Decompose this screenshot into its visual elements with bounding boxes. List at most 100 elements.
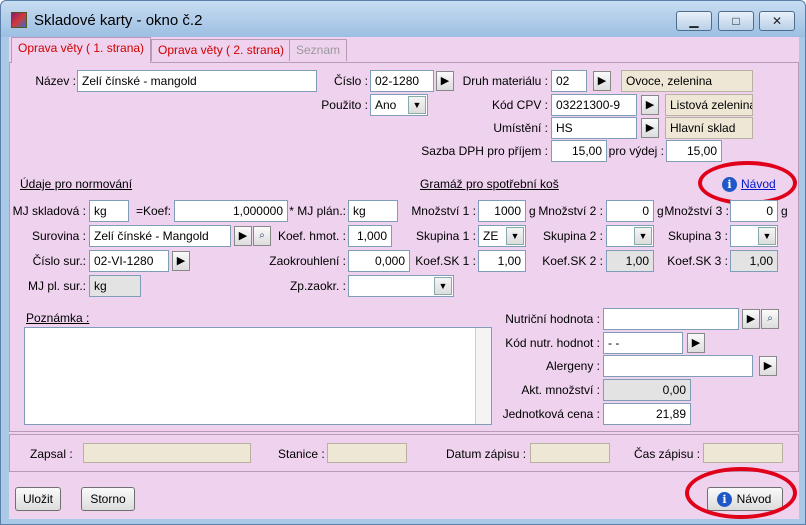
dph-prijem-field[interactable]: 15,00 <box>551 140 607 162</box>
norm-section-title: Údaje pro normování <box>20 177 133 191</box>
chevron-down-icon: ▼ <box>434 277 452 295</box>
nazev-label: Název : <box>35 74 76 88</box>
cpv-field[interactable]: 03221300-9 <box>551 94 637 116</box>
koef-hmot-field[interactable]: 1,000 <box>348 225 392 247</box>
alergeny-field[interactable] <box>603 355 753 377</box>
ulozit-button[interactable]: Uložit <box>15 487 61 511</box>
koef-sk2-label: Koef.SK 2 : <box>542 254 603 268</box>
cpv-arrow-button[interactable]: ▶ <box>641 95 659 115</box>
main-panel: Název : Zelí čínské - mangold Číslo : 02… <box>9 62 799 432</box>
skupina1-value: ZE <box>483 229 499 243</box>
mj-skladova-label: MJ skladová : <box>12 204 86 218</box>
druh-label: Druh materiálu : <box>462 74 548 88</box>
search-icon[interactable]: ⌕ <box>253 226 271 246</box>
tab-list: Seznam <box>289 39 348 61</box>
pouzito-value: Ano <box>375 98 397 112</box>
kod-nutr-arrow-button[interactable]: ▶ <box>687 333 705 353</box>
umisteni-field[interactable]: HS <box>551 117 637 139</box>
akt-mnozstvi-field: 0,00 <box>603 379 691 401</box>
koef-hmot-label: Koef. hmot. : <box>277 229 346 243</box>
cislo-label: Číslo : <box>333 74 368 88</box>
koef-sk2-field: 1,00 <box>606 250 654 272</box>
mj-pl-sur-field: kg <box>89 275 141 297</box>
skupina2-label: Skupina 2 : <box>542 229 603 243</box>
zp-zaokr-select[interactable]: ▼ <box>348 275 454 297</box>
app-icon <box>11 12 27 28</box>
zapsal-label: Zapsal : <box>30 447 73 461</box>
nutricni-field[interactable] <box>603 308 739 330</box>
chevron-down-icon: ▼ <box>758 227 776 245</box>
skupina3-select[interactable]: ▼ <box>730 225 778 247</box>
mnozstvi3-label: Množství 3 : <box>664 204 729 218</box>
pouzito-label: Použito : <box>321 98 368 112</box>
dph-vydej-label: pro výdej : <box>608 144 664 158</box>
cpv-name: Listová zelenina <box>665 94 753 116</box>
dph-prijem-label: Sazba DPH pro příjem : <box>421 144 548 158</box>
mj-plan-field[interactable]: kg <box>348 200 398 222</box>
cislo-arrow-button[interactable]: ▶ <box>436 71 454 91</box>
umisteni-arrow-button[interactable]: ▶ <box>641 118 659 138</box>
kod-nutr-field[interactable]: - - <box>603 332 683 354</box>
title-bar[interactable]: Skladové karty - okno č.2 ▁ □ ✕ <box>1 1 805 37</box>
stanice-field <box>327 443 407 463</box>
search-icon[interactable]: ⌕ <box>761 309 779 329</box>
nutricni-arrow-button[interactable]: ▶ <box>742 309 760 329</box>
skupina3-label: Skupina 3 : <box>667 229 728 243</box>
mnozstvi3-unit: g <box>781 204 788 218</box>
footer-info: Zapsal : Stanice : Datum zápisu : Čas zá… <box>9 434 799 472</box>
mnozstvi1-unit: g <box>529 204 536 218</box>
mnozstvi3-field[interactable]: 0 <box>730 200 778 222</box>
zaokrouhleni-field[interactable]: 0,000 <box>348 250 410 272</box>
tab-page-2[interactable]: Oprava věty ( 2. strana) <box>151 39 292 61</box>
chevron-down-icon: ▼ <box>634 227 652 245</box>
druh-field[interactable]: 02 <box>551 70 587 92</box>
poznamka-textarea[interactable] <box>24 327 492 425</box>
cena-field[interactable]: 21,89 <box>603 403 691 425</box>
mj-plan-label: * MJ plán.: <box>289 204 346 218</box>
alergeny-label: Alergeny : <box>545 359 600 373</box>
mnozstvi2-field[interactable]: 0 <box>606 200 654 222</box>
tab-page-1[interactable]: Oprava věty ( 1. strana) <box>11 37 152 63</box>
surovina-label: Surovina : <box>31 229 86 243</box>
minimize-button[interactable]: ▁ <box>676 11 712 31</box>
cislo-sur-field[interactable]: 02-VI-1280 <box>89 250 169 272</box>
mnozstvi1-label: Množství 1 : <box>411 204 476 218</box>
mj-skladova-field[interactable]: kg <box>89 200 129 222</box>
stanice-label: Stanice : <box>278 447 325 461</box>
cislo-field[interactable]: 02-1280 <box>370 70 434 92</box>
scrollbar[interactable] <box>475 328 491 424</box>
skupina1-select[interactable]: ZE ▼ <box>478 225 526 247</box>
highlight-ring <box>698 161 797 205</box>
dph-vydej-field[interactable]: 15,00 <box>666 140 722 162</box>
surovina-arrow-button[interactable]: ▶ <box>234 226 252 246</box>
druh-arrow-button[interactable]: ▶ <box>593 71 611 91</box>
skupina2-select[interactable]: ▼ <box>606 225 654 247</box>
zapsal-field <box>83 443 251 463</box>
cislo-sur-arrow-button[interactable]: ▶ <box>172 251 190 271</box>
alergeny-arrow-button[interactable]: ▶ <box>759 356 777 376</box>
koef-sk1-field[interactable]: 1,00 <box>478 250 526 272</box>
mj-pl-sur-label: MJ pl. sur.: <box>27 279 86 293</box>
window-title: Skladové karty - okno č.2 <box>34 12 203 29</box>
koef-sk3-label: Koef.SK 3 : <box>667 254 728 268</box>
kod-nutr-label: Kód nutr. hodnot : <box>505 336 600 350</box>
gramaz-section-title: Gramáž pro spotřební koš <box>420 177 559 191</box>
koef-sk1-label: Koef.SK 1 : <box>415 254 476 268</box>
mnozstvi1-field[interactable]: 1000 <box>478 200 526 222</box>
zp-zaokr-label: Zp.zaokr. : <box>289 279 346 293</box>
tab-bar: Oprava věty ( 1. strana) Oprava věty ( 2… <box>9 37 799 63</box>
storno-button[interactable]: Storno <box>81 487 135 511</box>
zaokrouhleni-label: Zaokrouhlení : <box>269 254 346 268</box>
close-button[interactable]: ✕ <box>759 11 795 31</box>
datum-label: Datum zápisu : <box>446 447 527 461</box>
umisteni-label: Umístění : <box>493 121 548 135</box>
mnozstvi2-label: Množství 2 : <box>538 204 603 218</box>
surovina-field[interactable]: Zelí čínské - Mangold <box>89 225 231 247</box>
akt-mnozstvi-label: Akt. množství : <box>521 383 600 397</box>
umisteni-name: Hlavní sklad <box>665 117 753 139</box>
maximize-button[interactable]: □ <box>718 11 754 31</box>
pouzito-select[interactable]: Ano ▼ <box>370 94 428 116</box>
cas-label: Čas zápisu : <box>634 447 701 461</box>
nazev-field[interactable]: Zelí čínské - mangold <box>77 70 317 92</box>
koef-field[interactable]: 1,000000 <box>174 200 288 222</box>
